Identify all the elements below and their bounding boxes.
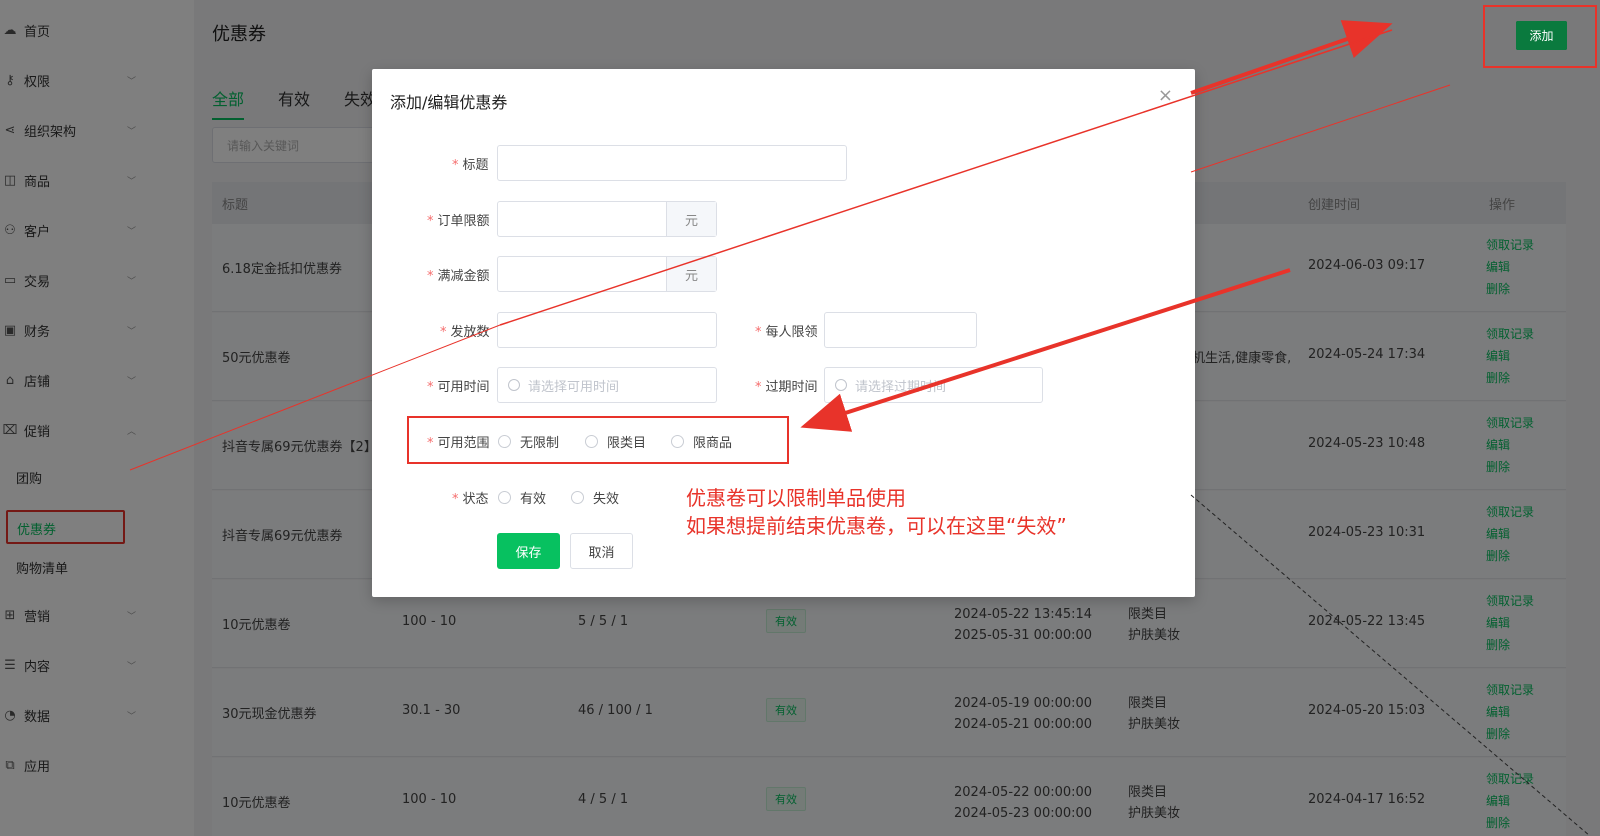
arrow-to-scope <box>800 268 1291 432</box>
dashed-guide-line <box>1190 494 1591 836</box>
arrow-line-tail <box>129 324 501 471</box>
arrow-line-thin <box>1190 84 1451 173</box>
annotation-arrows <box>129 20 1591 836</box>
arrow-to-add-button <box>1190 20 1393 95</box>
